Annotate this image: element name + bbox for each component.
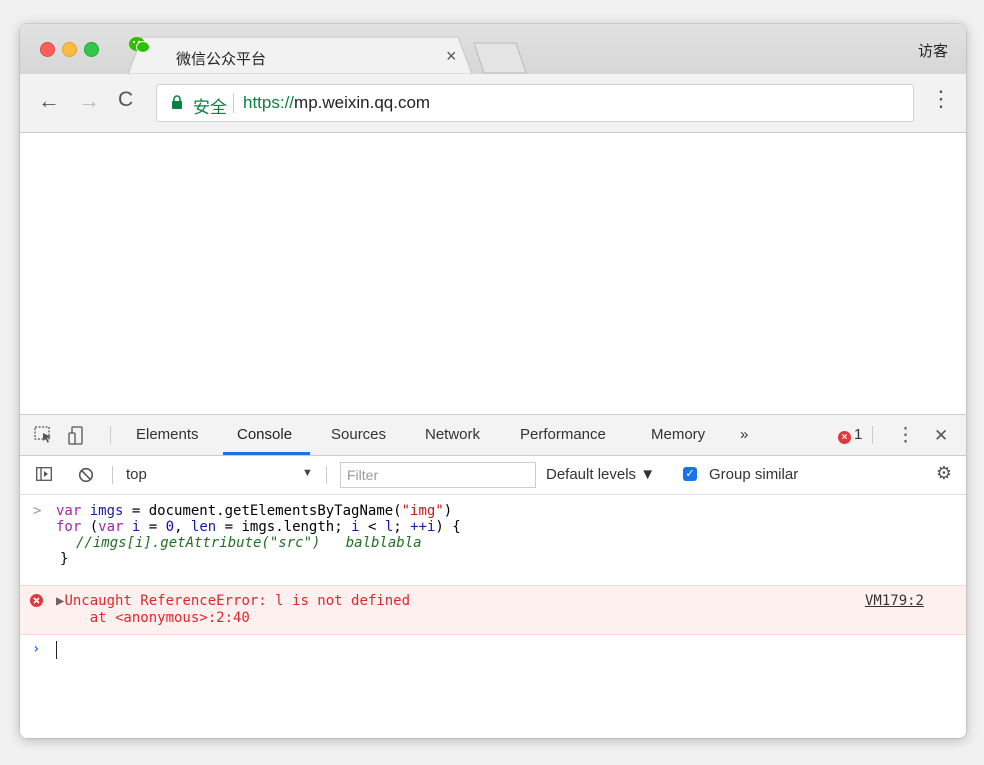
error-counter[interactable]: × 1 (838, 426, 862, 444)
console-toolbar: top ▼ Filter Default levels ▼ ✓ Group si… (20, 456, 966, 495)
error-message-row[interactable]: ▶Uncaught ReferenceError: l is not defin… (20, 585, 966, 635)
log-levels-dropdown[interactable]: Default levels ▼ (546, 466, 655, 483)
browser-window: 微信公众平台 × 访客 ← → C 安全 https://mp.weixin.q… (20, 24, 966, 738)
console-input-prompt: › (32, 641, 41, 657)
error-message: Uncaught ReferenceError: l is not define… (64, 593, 411, 609)
devtools-menu-icon[interactable]: ⋮ (896, 424, 915, 447)
minimize-window-button[interactable] (62, 42, 77, 57)
tab-title: 微信公众平台 (176, 51, 267, 68)
devtools-panel: Elements Console Sources Network Perform… (20, 414, 966, 738)
code-line-3: //imgs[i].getAttribute("src") balblabla (76, 535, 422, 551)
tab-console[interactable]: Console (237, 426, 292, 443)
sidebar-toggle-icon[interactable] (36, 467, 52, 481)
browser-menu-icon[interactable]: ⋮ (930, 86, 952, 112)
wechat-icon (129, 37, 150, 53)
active-tab-indicator (223, 452, 310, 455)
more-tabs-icon[interactable]: » (740, 426, 748, 443)
context-dropdown-icon[interactable]: ▼ (302, 467, 313, 479)
code-line-1: var imgs = document.getElementsByTagName… (56, 503, 453, 519)
tab-performance[interactable]: Performance (520, 426, 606, 443)
address-bar[interactable]: 安全 https://mp.weixin.qq.com (156, 84, 914, 122)
devtools-tab-bar: Elements Console Sources Network Perform… (20, 415, 966, 456)
console-output: > var imgs = document.getElementsByTagNa… (20, 495, 966, 738)
error-icon (30, 594, 43, 607)
tab-elements[interactable]: Elements (136, 426, 199, 443)
console-settings-icon[interactable]: ⚙ (936, 463, 952, 484)
url-scheme: https:// (243, 93, 295, 112)
url-host: mp.weixin.qq.com (294, 93, 431, 112)
error-stack: at <anonymous>:2:40 (89, 610, 250, 626)
filter-input[interactable]: Filter (340, 462, 536, 488)
back-arrow-icon[interactable]: ← (38, 88, 60, 114)
group-similar-checkbox[interactable]: ✓ (683, 467, 697, 481)
reload-icon[interactable]: C (118, 88, 133, 112)
console-input-cursor[interactable] (56, 641, 57, 659)
browser-tab-active[interactable]: 微信公众平台 × (128, 36, 472, 74)
console-toolbar-separator (112, 466, 113, 484)
tab-close-icon[interactable]: × (446, 46, 457, 67)
browser-toolbar: ← → C 安全 https://mp.weixin.qq.com ⋮ (20, 74, 966, 133)
new-tab-button[interactable] (472, 42, 528, 74)
context-selector[interactable]: top (126, 466, 147, 483)
group-similar-label[interactable]: Group similar (709, 466, 798, 483)
filter-placeholder: Filter (347, 467, 379, 483)
secure-label: 安全 (193, 98, 227, 117)
input-echo-prompt: > (33, 503, 42, 519)
device-toolbar-icon[interactable] (68, 426, 84, 446)
page-content (20, 133, 966, 414)
profile-label[interactable]: 访客 (918, 40, 948, 61)
code-line-4: } (60, 551, 69, 567)
devtools-separator (110, 426, 111, 444)
error-badge-icon: × (838, 431, 851, 444)
lock-icon (172, 95, 182, 109)
error-count: 1 (854, 426, 863, 443)
code-line-2: for (var i = 0, len = imgs.length; i < l… (56, 519, 461, 535)
close-window-button[interactable] (40, 42, 55, 57)
title-bar: 微信公众平台 × 访客 (20, 24, 966, 74)
inspect-element-icon[interactable] (34, 426, 54, 444)
error-text: ▶Uncaught ReferenceError: l is not defin… (56, 593, 410, 627)
url-text[interactable]: https://mp.weixin.qq.com (243, 93, 430, 113)
address-separator (233, 93, 234, 113)
tab-memory[interactable]: Memory (651, 426, 705, 443)
tab-network[interactable]: Network (425, 426, 480, 443)
tab-sources[interactable]: Sources (331, 426, 386, 443)
console-toolbar-separator (326, 466, 327, 484)
zoom-window-button[interactable] (84, 42, 99, 57)
devtools-separator (872, 426, 873, 444)
forward-arrow-icon[interactable]: → (78, 88, 100, 114)
clear-console-icon[interactable] (78, 467, 94, 483)
devtools-close-icon[interactable]: ✕ (934, 426, 948, 446)
error-source-link[interactable]: VM179:2 (865, 593, 924, 609)
